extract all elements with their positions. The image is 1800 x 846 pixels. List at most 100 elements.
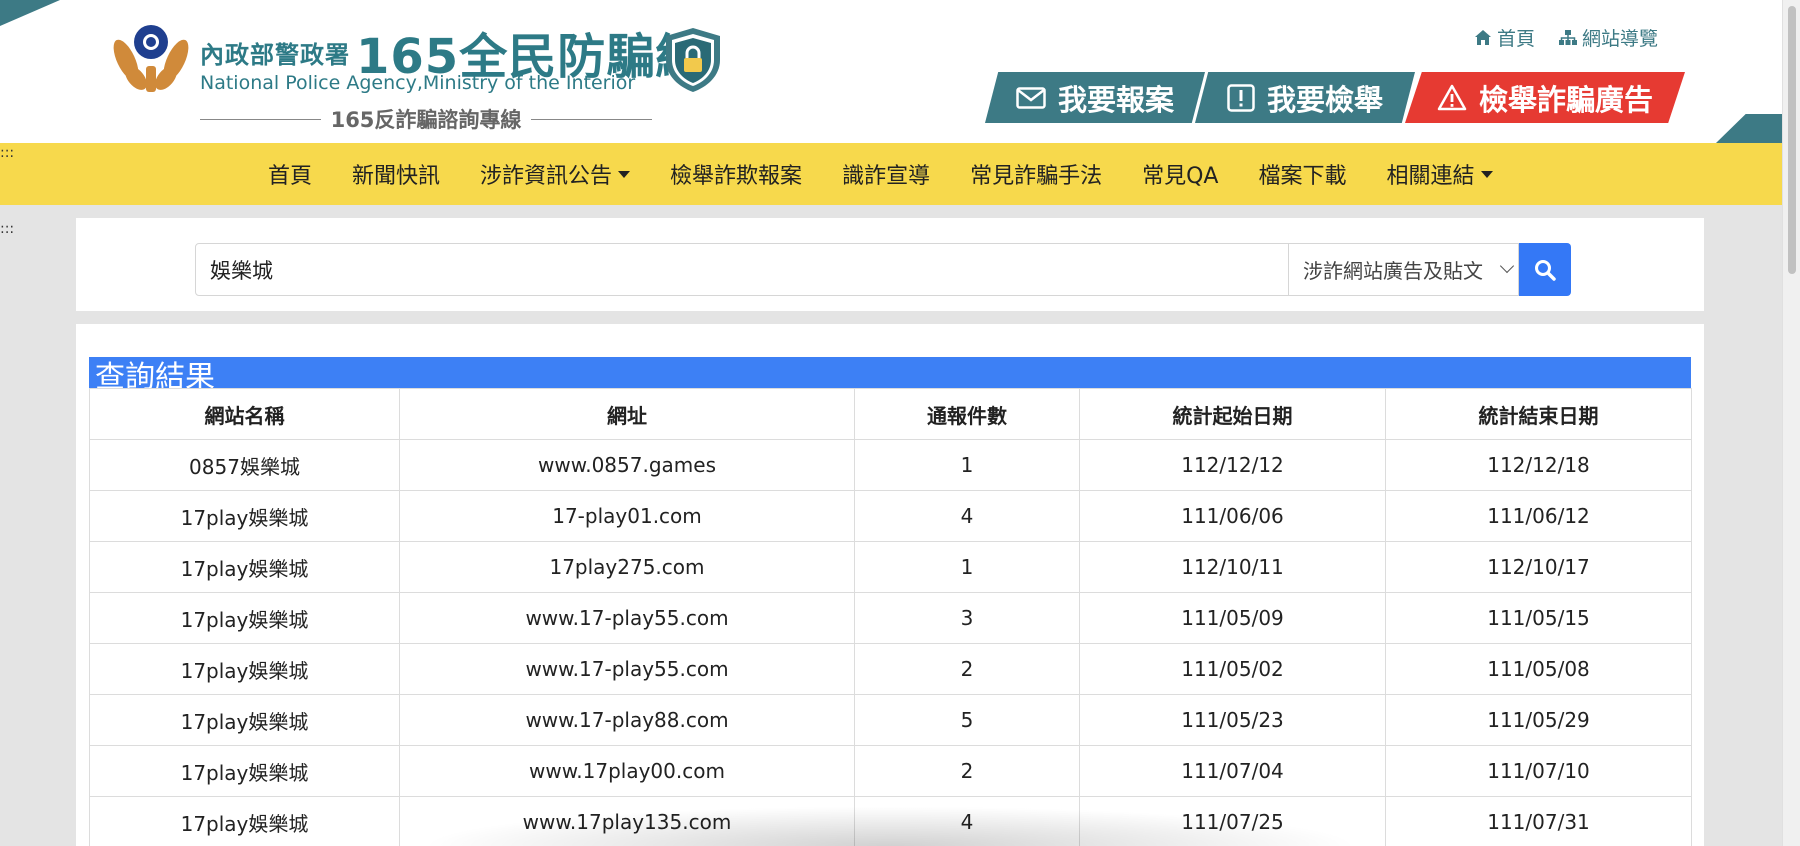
url-cell: www.17play135.com: [399, 796, 855, 846]
nav-items: 首頁 新聞快訊 涉詐資訊公告 檢舉詐欺報案 識詐宣導 常見詐騙手法 常見QA 檔…: [248, 143, 1513, 205]
report-count-cell: 3: [854, 592, 1080, 644]
nav-label: 涉詐資訊公告: [480, 164, 613, 189]
nav-label: 檔案下載: [1258, 164, 1347, 189]
agency-name: 內政部警政署: [200, 41, 350, 69]
sitemap-icon: [1558, 30, 1577, 45]
top-link-label: 首頁: [1496, 28, 1535, 50]
end-date-cell: 112/12/18: [1385, 439, 1692, 491]
report-count-cell: 4: [854, 796, 1080, 846]
table-row: 17play娛樂城 www.17play135.com 4 111/07/25 …: [89, 796, 1692, 846]
exclamation-icon: [1227, 83, 1255, 112]
url-cell: www.17play00.com: [399, 745, 855, 797]
report-case-button[interactable]: 我要報案: [985, 72, 1205, 123]
start-date-cell: 112/10/11: [1079, 541, 1386, 593]
caret-down-icon: [618, 170, 631, 178]
results-title: 查詢結果: [89, 357, 1691, 388]
column-header: 統計結束日期: [1385, 388, 1692, 440]
divider: [531, 118, 652, 120]
agency-name-en: National Police Agency,Ministry of the I…: [200, 72, 636, 94]
start-date-cell: 112/12/12: [1079, 439, 1386, 491]
nav-item-awareness[interactable]: 識詐宣導: [822, 158, 950, 190]
url-cell: www.17-play88.com: [399, 694, 855, 746]
police-emblem-icon: [113, 25, 189, 92]
report-count-cell: 1: [854, 541, 1080, 593]
search-icon: [1535, 259, 1556, 281]
table-row: 0857娛樂城 www.0857.games 1 112/12/12 112/1…: [89, 439, 1692, 491]
end-date-cell: 111/07/31: [1385, 796, 1692, 846]
nav-item-common-scams[interactable]: 常見詐騙手法: [950, 158, 1122, 190]
top-link-sitemap[interactable]: 網站導覽: [1558, 24, 1658, 51]
envelope-icon: [1016, 86, 1046, 109]
url-cell: www.0857.games: [399, 439, 855, 491]
search-input[interactable]: [195, 243, 1289, 296]
start-date-cell: 111/07/25: [1079, 796, 1386, 846]
main-nav: ::: 首頁 新聞快訊 涉詐資訊公告 檢舉詐欺報案 識詐宣導 常見詐騙手法 常見…: [0, 143, 1782, 205]
column-header: 網址: [399, 388, 855, 440]
results-panel: 查詢結果 網站名稱 網址 通報件數 統計起始日期 統計結束日期 0857娛樂城 …: [76, 324, 1704, 846]
nav-label: 首頁: [268, 164, 313, 189]
site-name-cell: 17play娛樂城: [89, 745, 400, 797]
caret-down-icon: [1480, 170, 1493, 178]
nav-item-news[interactable]: 新聞快訊: [332, 158, 460, 190]
search-panel: 涉詐網站廣告及貼文: [76, 218, 1704, 311]
table-row: 17play娛樂城 17play275.com 1 112/10/11 112/…: [89, 541, 1692, 593]
end-date-cell: 111/06/12: [1385, 490, 1692, 542]
site-name-cell: 17play娛樂城: [89, 694, 400, 746]
report-count-cell: 1: [854, 439, 1080, 491]
nav-label: 新聞快訊: [352, 164, 441, 189]
url-cell: 17play275.com: [399, 541, 855, 593]
report-count-cell: 2: [854, 745, 1080, 797]
end-date-cell: 111/05/08: [1385, 643, 1692, 695]
accesskey-anchor[interactable]: :::: [0, 221, 14, 237]
table-header-row: 網站名稱 網址 通報件數 統計起始日期 統計結束日期: [89, 388, 1692, 440]
report-scam-ad-button[interactable]: 檢舉詐騙廣告: [1405, 72, 1685, 123]
accesskey-anchor[interactable]: :::: [0, 145, 14, 161]
report-case-label: 我要報案: [1057, 82, 1174, 117]
table-row: 17play娛樂城 www.17-play55.com 2 111/05/02 …: [89, 643, 1692, 695]
table-row: 17play娛樂城 www.17-play88.com 5 111/05/23 …: [89, 694, 1692, 746]
scrollbar-thumb[interactable]: [1788, 6, 1796, 274]
top-link-label: 網站導覽: [1581, 28, 1658, 50]
warning-icon: [1437, 84, 1467, 111]
url-cell: www.17-play55.com: [399, 592, 855, 644]
column-header: 統計起始日期: [1079, 388, 1386, 440]
report-count-cell: 2: [854, 643, 1080, 695]
site-name-cell: 17play娛樂城: [89, 592, 400, 644]
nav-item-faq[interactable]: 常見QA: [1122, 158, 1238, 190]
nav-item-home[interactable]: 首頁: [248, 158, 332, 190]
nav-item-report-fraud[interactable]: 檢舉詐欺報案: [650, 158, 822, 190]
start-date-cell: 111/07/04: [1079, 745, 1386, 797]
site-name-cell: 0857娛樂城: [89, 439, 400, 491]
hotline-banner: 165反詐騙諮詢專線: [200, 104, 652, 134]
top-link-home[interactable]: 首頁: [1474, 24, 1535, 51]
table-row: 17play娛樂城 www.17-play55.com 3 111/05/09 …: [89, 592, 1692, 644]
report-scam-ad-label: 檢舉詐騙廣告: [1478, 82, 1653, 117]
start-date-cell: 111/06/06: [1079, 490, 1386, 542]
nav-item-related-links[interactable]: 相關連結: [1366, 158, 1512, 190]
report-tip-button[interactable]: 我要檢舉: [1195, 72, 1415, 123]
nav-label: 常見詐騙手法: [970, 164, 1103, 189]
site-name-cell: 17play娛樂城: [89, 490, 400, 542]
nav-label: 檢舉詐欺報案: [670, 164, 803, 189]
table-row: 17play娛樂城 www.17play00.com 2 111/07/04 1…: [89, 745, 1692, 797]
nav-label: 常見QA: [1142, 164, 1219, 189]
end-date-cell: 111/05/29: [1385, 694, 1692, 746]
column-header: 通報件數: [854, 388, 1080, 440]
home-icon: [1474, 30, 1491, 45]
nav-item-fraud-announcements[interactable]: 涉詐資訊公告: [460, 158, 650, 190]
corner-decoration: [1716, 114, 1782, 143]
nav-label: 相關連結: [1386, 164, 1475, 189]
top-links: 首頁 網站導覽: [1474, 24, 1658, 51]
report-tip-label: 我要檢舉: [1266, 82, 1383, 117]
results-table: 網站名稱 網址 通報件數 統計起始日期 統計結束日期 0857娛樂城 www.0…: [89, 388, 1692, 846]
table-row: 17play娛樂城 17-play01.com 4 111/06/06 111/…: [89, 490, 1692, 542]
nav-label: 識詐宣導: [842, 164, 931, 189]
search-button[interactable]: [1519, 243, 1571, 296]
category-select[interactable]: 涉詐網站廣告及貼文: [1289, 243, 1519, 296]
url-cell: www.17-play55.com: [399, 643, 855, 695]
page-scrollbar[interactable]: [1782, 0, 1800, 846]
chevron-down-icon: [1499, 258, 1515, 274]
hotline-text: 165反詐騙諮詢專線: [330, 108, 522, 132]
site-header: 內政部警政署 165全民防騙網 National Police Agency,M…: [0, 0, 1782, 143]
nav-item-downloads[interactable]: 檔案下載: [1238, 158, 1366, 190]
